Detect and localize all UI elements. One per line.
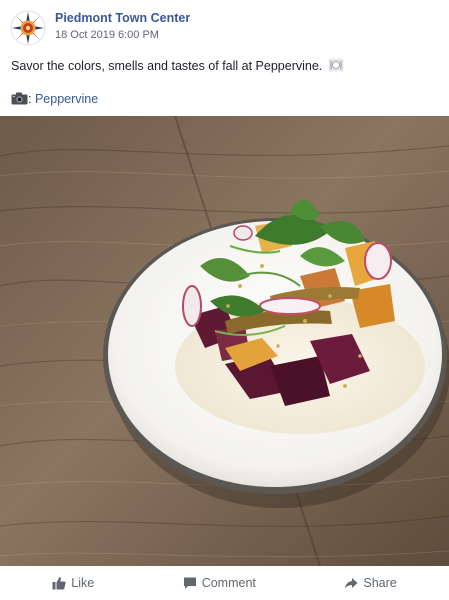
camera-icon bbox=[11, 92, 28, 105]
credit-separator: : bbox=[28, 92, 32, 106]
photo-credit: : Peppervine bbox=[11, 92, 98, 106]
comment-button[interactable]: Comment bbox=[171, 572, 268, 594]
post-header: Piedmont Town Center 18 Oct 2019 6:00 PM bbox=[10, 8, 440, 48]
share-arrow-icon bbox=[345, 578, 358, 589]
page-name-link[interactable]: Piedmont Town Center bbox=[55, 11, 190, 25]
facebook-post: Piedmont Town Center 18 Oct 2019 6:00 PM… bbox=[0, 0, 449, 600]
plate-with-cutlery-icon bbox=[328, 58, 344, 72]
comment-icon bbox=[183, 577, 196, 589]
post-photo[interactable] bbox=[0, 116, 449, 566]
like-label: Like bbox=[71, 576, 95, 590]
post-timestamp[interactable]: 18 Oct 2019 6:00 PM bbox=[55, 29, 159, 41]
page-avatar-compass-logo[interactable] bbox=[10, 10, 46, 46]
share-button[interactable]: Share bbox=[332, 572, 408, 594]
post-action-bar: Like Comment Share bbox=[0, 566, 449, 600]
post-caption: Savor the colors, smells and tastes of f… bbox=[11, 58, 344, 73]
peppervine-link[interactable]: Peppervine bbox=[35, 92, 98, 106]
comment-label: Comment bbox=[201, 576, 256, 590]
caption-text: Savor the colors, smells and tastes of f… bbox=[11, 59, 323, 73]
share-label: Share bbox=[363, 576, 397, 590]
thumbs-up-icon bbox=[52, 577, 66, 590]
like-button[interactable]: Like bbox=[40, 572, 106, 594]
